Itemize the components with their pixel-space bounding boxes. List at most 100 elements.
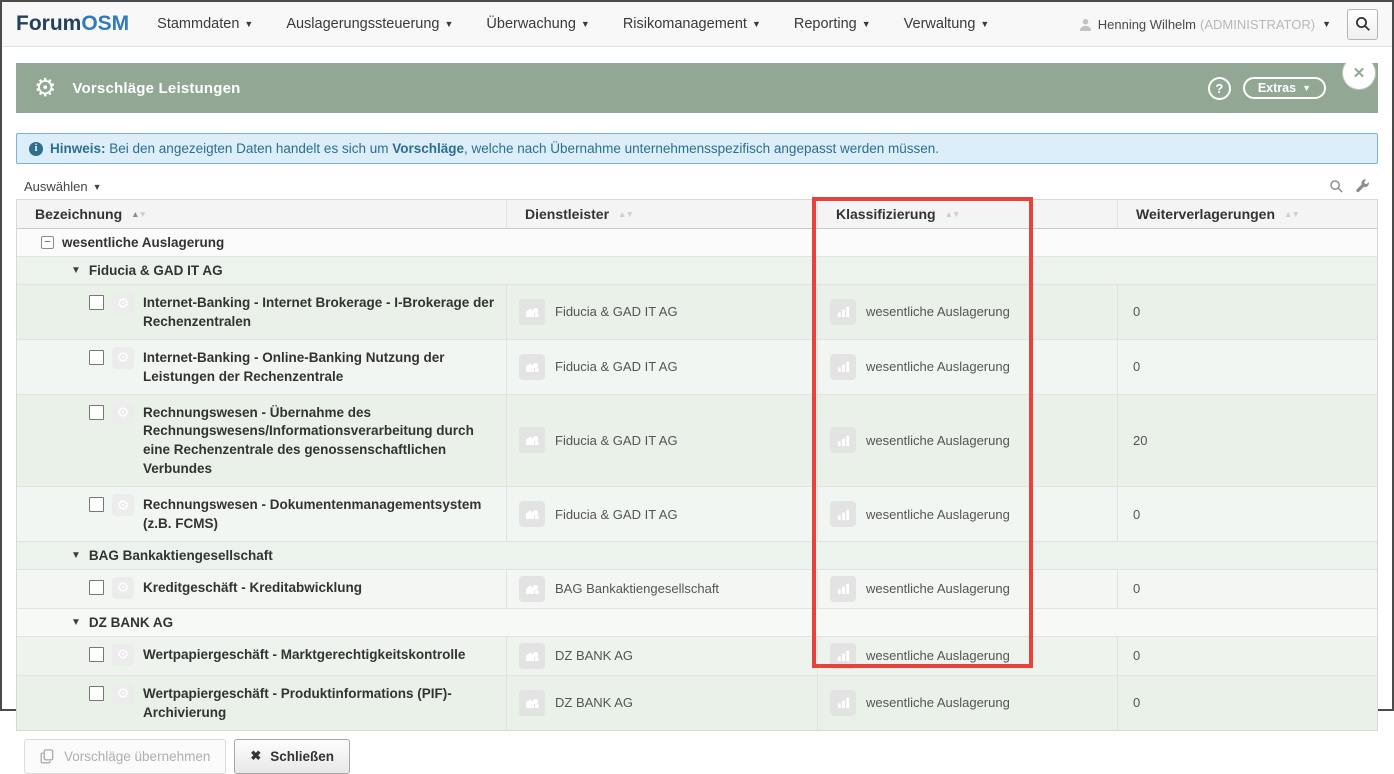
app-logo-part2: OSM	[81, 12, 129, 35]
table-header-row: Bezeichnung▲▼Dienstleister▲▼Klassifizier…	[17, 200, 1377, 229]
menu-item-stammdaten[interactable]: Stammdaten▼	[157, 16, 253, 32]
bar-chart-icon	[830, 501, 856, 527]
help-button[interactable]: ?	[1208, 77, 1231, 100]
menu-item-label: Risikomanagement	[623, 16, 747, 32]
hint-text: Hinweis: Bei den angezeigten Daten hande…	[50, 141, 939, 156]
menu-item-auslagerungssteuerung[interactable]: Auslagerungssteuerung ▼	[286, 16, 453, 32]
provider-name: Fiducia & GAD IT AG	[555, 507, 678, 522]
row-gear-icon[interactable]: ⚙	[112, 577, 134, 599]
transfers-count: 0	[1133, 304, 1140, 319]
sort-icon: ▲▼	[618, 209, 633, 219]
row-checkbox[interactable]	[89, 405, 104, 420]
table-row-group: ▼ DZ BANK AG	[17, 609, 1377, 637]
chevron-down-icon: ▼	[93, 182, 102, 192]
search-icon[interactable]	[1329, 179, 1344, 194]
menu-item-label: Auslagerungssteuerung	[286, 16, 439, 32]
accept-proposals-label: Vorschläge übernehmen	[64, 749, 210, 764]
transfers-count: 20	[1133, 433, 1147, 448]
page-title: Vorschläge Leistungen	[72, 80, 240, 97]
chevron-down-icon: ▼	[1322, 19, 1331, 29]
footer-actions: Vorschläge übernehmen ✖ Schließen	[16, 731, 1378, 774]
row-checkbox[interactable]	[89, 295, 104, 310]
row-gear-icon[interactable]: ⚙	[112, 683, 134, 705]
row-checkbox[interactable]	[89, 350, 104, 365]
chevron-down-icon[interactable]: ▼	[71, 265, 81, 276]
sort-icon: ▲▼	[131, 209, 146, 219]
service-label: Internet-Banking - Online-Banking Nutzun…	[143, 347, 495, 387]
classification-value: wesentliche Auslagerung	[866, 581, 1010, 596]
row-checkbox[interactable]	[89, 686, 104, 701]
classification-value: wesentliche Auslagerung	[866, 359, 1010, 374]
chevron-down-icon[interactable]: ▼	[71, 617, 81, 628]
column-header-klassifizierung[interactable]: Klassifizierung ▲▼	[817, 200, 1117, 228]
user-role: (ADMINISTRATOR)	[1200, 17, 1315, 32]
group-label: Fiducia & GAD IT AG	[89, 263, 223, 278]
extras-dropdown[interactable]: Extras ▼	[1243, 77, 1326, 99]
provider-icon	[519, 501, 545, 527]
chevron-down-icon: ▼	[752, 19, 761, 29]
table-toolbar: Auswählen ▼	[16, 179, 1378, 199]
table-row-root: − wesentliche Auslagerung	[17, 229, 1377, 257]
user-menu[interactable]: Henning Wilhelm (ADMINISTRATOR) ▼	[1079, 17, 1331, 32]
sort-icon: ▲▼	[945, 209, 960, 219]
panel-close-button[interactable]: ✕	[1343, 57, 1375, 89]
table-body: − wesentliche Auslagerung ▼ Fiducia & GA…	[17, 229, 1377, 730]
table-row: ⚙ Internet-Banking - Online-Banking Nutz…	[17, 340, 1377, 395]
classification-value: wesentliche Auslagerung	[866, 304, 1010, 319]
provider-name: DZ BANK AG	[555, 648, 633, 663]
global-search-button[interactable]	[1347, 9, 1378, 40]
row-checkbox[interactable]	[89, 497, 104, 512]
classification-value: wesentliche Auslagerung	[866, 648, 1010, 663]
provider-icon	[519, 576, 545, 602]
service-label: Rechnungswesen - Dokumentenmanagementsys…	[143, 494, 495, 534]
bar-chart-icon	[830, 354, 856, 380]
close-button[interactable]: ✖ Schließen	[234, 739, 350, 774]
service-label: Wertpapiergeschäft - Produktinformations…	[143, 683, 495, 723]
menu-item-verwaltung[interactable]: Verwaltung▼	[904, 16, 990, 32]
menu-item-label: Reporting	[794, 16, 857, 32]
menu-item-label: Verwaltung	[904, 16, 976, 32]
menu-item-risikomanagement[interactable]: Risikomanagement ▼	[623, 16, 761, 32]
service-label: Internet-Banking - Internet Brokerage - …	[143, 292, 495, 332]
menu-item-berwachung[interactable]: Überwachung▼	[486, 16, 589, 32]
collapse-icon[interactable]: −	[41, 236, 54, 249]
row-gear-icon[interactable]: ⚙	[112, 402, 134, 424]
wrench-icon[interactable]	[1355, 179, 1370, 194]
column-header-dienstleister[interactable]: Dienstleister ▲▼	[506, 200, 817, 228]
classification-value: wesentliche Auslagerung	[866, 507, 1010, 522]
group-label: BAG Bankaktiengesellschaft	[89, 548, 273, 563]
table-row: ⚙ Wertpapiergeschäft - Marktgerechtigkei…	[17, 637, 1377, 676]
classification-value: wesentliche Auslagerung	[866, 433, 1010, 448]
column-label: Klassifizierung	[836, 206, 936, 222]
main-menu: Stammdaten▼Auslagerungssteuerung▼Überwac…	[157, 16, 1022, 32]
select-dropdown[interactable]: Auswählen ▼	[24, 179, 102, 194]
provider-icon	[519, 690, 545, 716]
row-checkbox[interactable]	[89, 580, 104, 595]
bar-chart-icon	[830, 299, 856, 325]
row-gear-icon[interactable]: ⚙	[112, 644, 134, 666]
extras-label: Extras	[1258, 81, 1296, 95]
main-content: ⚙ Vorschläge Leistungen ? Extras ▼ ✕ i H…	[2, 47, 1392, 774]
table-row-group: ▼ BAG Bankaktiengesellschaft	[17, 542, 1377, 570]
row-gear-icon[interactable]: ⚙	[112, 347, 134, 369]
chevron-down-icon[interactable]: ▼	[71, 550, 81, 561]
menu-item-reporting[interactable]: Reporting▼	[794, 16, 871, 32]
navbar-right: Henning Wilhelm (ADMINISTRATOR) ▼	[1079, 9, 1378, 40]
menu-item-label: Stammdaten	[157, 16, 239, 32]
column-header-bezeichnung[interactable]: Bezeichnung▲▼	[17, 200, 506, 228]
column-label: Dienstleister	[525, 206, 609, 222]
chevron-down-icon: ▼	[444, 19, 453, 29]
bar-chart-icon	[830, 427, 856, 453]
transfers-count: 0	[1133, 695, 1140, 710]
copy-icon	[40, 749, 55, 764]
row-checkbox[interactable]	[89, 647, 104, 662]
service-label: Kreditgeschäft - Kreditabwicklung	[143, 577, 362, 598]
column-header-weiterverlagerungen[interactable]: Weiterverlagerungen▲▼	[1117, 200, 1377, 228]
provider-icon	[519, 427, 545, 453]
row-gear-icon[interactable]: ⚙	[112, 494, 134, 516]
root-group-label: wesentliche Auslagerung	[62, 235, 224, 250]
accept-proposals-button[interactable]: Vorschläge übernehmen	[24, 739, 226, 774]
row-gear-icon[interactable]: ⚙	[112, 292, 134, 314]
bar-chart-icon	[830, 576, 856, 602]
app-logo[interactable]: ForumOSM	[16, 12, 129, 36]
